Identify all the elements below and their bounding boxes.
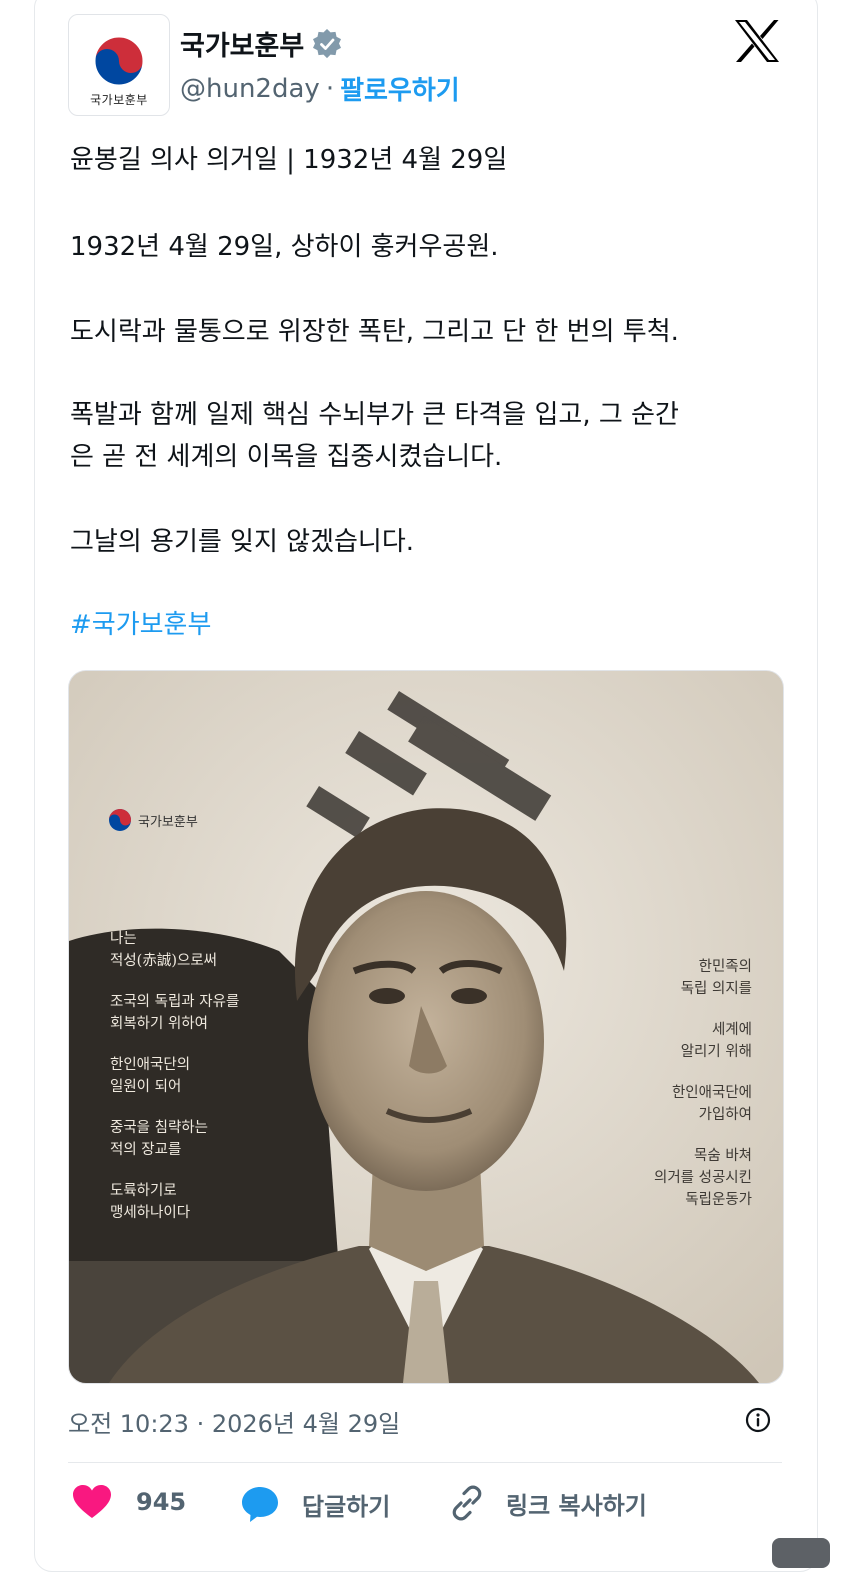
account-handle[interactable]: @hun2day xyxy=(180,74,320,104)
avatar-label: 국가보훈부 xyxy=(90,93,148,107)
poem-line: 알리기 위해 xyxy=(680,1044,752,1060)
poem-line: 독립운동가 xyxy=(685,1192,752,1208)
follow-button[interactable]: 팔로우하기 xyxy=(340,70,460,107)
account-name[interactable]: 국가보훈부 xyxy=(180,24,304,63)
poem-line: 도륙하기로 xyxy=(110,1183,177,1199)
poem-line: 독립 의지를 xyxy=(680,981,752,997)
poem-line: 조국의 독립과 자유를 xyxy=(110,994,240,1010)
scroll-indicator[interactable] xyxy=(772,1538,830,1568)
poem-line: 회복하기 위하여 xyxy=(110,1016,208,1032)
verified-badge-icon xyxy=(313,28,342,58)
copy-link-button[interactable]: 링크 복사하기 xyxy=(448,1484,647,1522)
poster-logo: 국가보훈부 xyxy=(108,808,198,832)
poem-line: 맹세하나이다 xyxy=(110,1205,191,1221)
like-count: 945 xyxy=(136,1488,187,1516)
link-icon xyxy=(452,1485,482,1521)
like-button[interactable]: 945 xyxy=(72,1484,186,1520)
poem-line: 나는 xyxy=(110,931,137,947)
poem-line: 중국을 침략하는 xyxy=(110,1120,208,1136)
poem-right: 한민족의독립 의지를 세계에알리기 위해 한인애국단에가입하여 목숨 바쳐의거를… xyxy=(654,956,752,1230)
poem-line: 가입하여 xyxy=(698,1107,752,1123)
reply-bubble-icon xyxy=(242,1487,278,1522)
poem-line: 한인애국단에 xyxy=(671,1085,752,1101)
account-name-row: 국가보훈부 xyxy=(180,24,342,63)
post-text-line: 1932년 4월 29일, 상하이 훙커우공원. xyxy=(70,232,499,262)
x-logo-icon[interactable] xyxy=(733,18,781,64)
account-avatar[interactable]: 국가보훈부 xyxy=(68,14,170,116)
post-text-line: 은 곧 전 세계의 이목을 집중시켰습니다. xyxy=(70,442,503,472)
info-icon[interactable] xyxy=(745,1407,771,1433)
taegeuk-small-icon xyxy=(109,809,131,831)
divider xyxy=(68,1462,782,1463)
poem-line: 의거를 성공시킨 xyxy=(654,1170,752,1186)
poem-line: 일원이 되어 xyxy=(110,1079,182,1095)
poem-left: 나는적성(赤誠)으로써 조국의 독립과 자유를회복하기 위하여 한인애국단의일원… xyxy=(110,928,239,1243)
poster-logo-label: 국가보훈부 xyxy=(138,814,198,830)
post-timestamp[interactable]: 오전 10:23 · 2026년 4월 29일 xyxy=(68,1404,400,1439)
poem-line: 한인애국단의 xyxy=(110,1057,191,1073)
handle-row: @hun2day · 팔로우하기 xyxy=(180,70,460,107)
post-text-line: 폭발과 함께 일제 핵심 수뇌부가 큰 타격을 입고, 그 순간 xyxy=(70,400,679,430)
poem-line: 적의 장교를 xyxy=(110,1142,182,1158)
post-text-line: 윤봉길 의사 의거일 | 1932년 4월 29일 xyxy=(70,145,508,175)
hashtag-link[interactable]: #국가보훈부 xyxy=(70,605,211,645)
poem-line: 목숨 바쳐 xyxy=(694,1148,752,1164)
reply-button[interactable]: 답글하기 xyxy=(240,1484,390,1524)
poem-line: 적성(赤誠)으로써 xyxy=(110,953,218,969)
reply-label: 답글하기 xyxy=(302,1492,391,1521)
post-text-line: 그날의 용기를 잊지 않겠습니다. xyxy=(70,527,415,557)
copy-link-label: 링크 복사하기 xyxy=(506,1491,647,1520)
taegeuk-logo-icon xyxy=(94,36,144,86)
separator-dot: · xyxy=(325,73,335,104)
poem-line: 세계에 xyxy=(711,1022,752,1038)
heart-icon xyxy=(73,1485,111,1518)
post-text-line: 도시락과 물통으로 위장한 폭탄, 그리고 단 한 번의 투척. xyxy=(70,317,679,347)
poem-line: 한민족의 xyxy=(698,959,752,975)
